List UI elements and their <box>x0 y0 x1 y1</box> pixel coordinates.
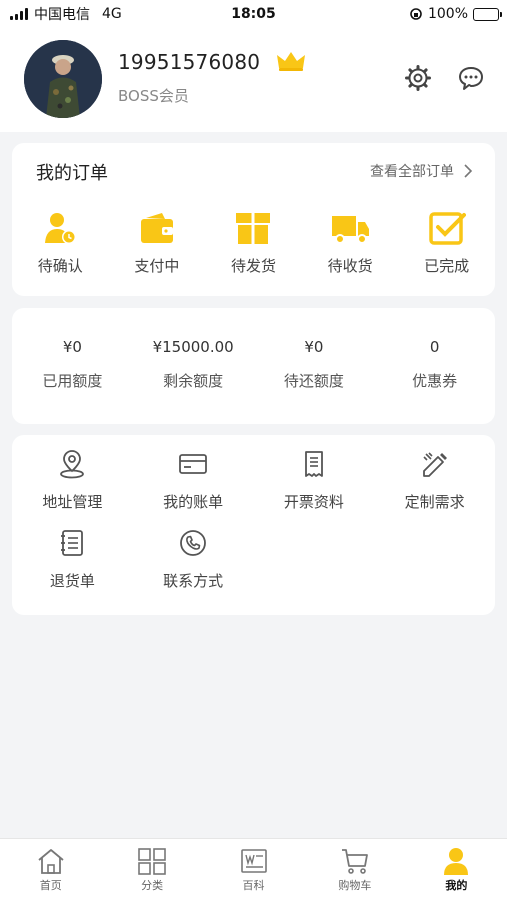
battery-percent: 100% <box>427 6 468 22</box>
status-bar: 中国电信 4G 18:05 100% <box>0 0 507 28</box>
order-status-row: 待确认 支付中 待发货 待收货 已完成 <box>12 211 495 276</box>
tab-label: 我的 <box>445 879 468 892</box>
home-icon <box>38 849 64 874</box>
order-status-completed[interactable]: 已完成 <box>398 211 495 276</box>
tools-grid: 地址管理 我的账单 开票资料 定制需求 退货单 联系方式 <box>12 449 495 591</box>
quota-remaining[interactable]: ¥15000.00 剩余额度 <box>133 308 254 424</box>
tab-category[interactable]: 分类 <box>101 839 202 900</box>
crown-icon <box>277 52 305 71</box>
gift-box-icon <box>236 213 271 244</box>
tab-cart[interactable]: 购物车 <box>304 839 405 900</box>
battery-icon <box>473 7 502 21</box>
tool-label: 地址管理 <box>42 493 103 511</box>
tools-card: 地址管理 我的账单 开票资料 定制需求 退货单 联系方式 <box>12 435 495 615</box>
quota-used[interactable]: ¥0 已用额度 <box>12 308 133 424</box>
view-all-orders-link[interactable]: 查看全部订单 <box>370 161 473 181</box>
quota-label: 已用额度 <box>42 372 103 390</box>
chat-bubble-icon[interactable] <box>457 64 485 92</box>
order-status-to-ship[interactable]: 待发货 <box>205 211 302 276</box>
tab-mine[interactable]: 我的 <box>406 839 507 900</box>
tool-label: 退货单 <box>49 572 95 590</box>
quota-to-repay[interactable]: ¥0 待还额度 <box>254 308 375 424</box>
quota-value: ¥0 <box>304 338 324 356</box>
tool-address-management[interactable]: 地址管理 <box>12 449 133 512</box>
tab-label: 首页 <box>39 879 62 892</box>
phone-icon <box>180 530 207 556</box>
credit-card-icon <box>179 454 208 474</box>
order-status-pending-confirm[interactable]: 待确认 <box>12 211 109 276</box>
tab-label: 分类 <box>141 879 164 892</box>
tool-my-bills[interactable]: 我的账单 <box>133 449 254 512</box>
truck-icon <box>332 216 370 244</box>
wallet-icon <box>140 213 173 243</box>
profile-header: 19951576080 BOSS会员 <box>0 28 507 132</box>
quota-value: ¥15000.00 <box>152 338 234 356</box>
notebook-icon <box>61 530 84 556</box>
orders-card: 我的订单 查看全部订单 待确认 支付中 待发货 待收货 已完成 <box>12 143 495 296</box>
user-icon <box>444 848 469 875</box>
quota-label: 优惠券 <box>412 372 458 390</box>
bottom-tab-bar: 首页 分类 百科 购物车 我的 <box>0 838 507 900</box>
location-pin-icon <box>60 450 85 479</box>
tool-label: 定制需求 <box>404 493 465 511</box>
avatar[interactable] <box>24 40 102 118</box>
user-clock-icon <box>45 213 77 244</box>
order-status-to-receive[interactable]: 待收货 <box>302 211 399 276</box>
tool-custom-requirements[interactable]: 定制需求 <box>374 449 495 512</box>
order-status-label: 支付中 <box>134 257 180 275</box>
order-status-label: 待发货 <box>230 257 276 275</box>
tool-contact-info[interactable]: 联系方式 <box>133 528 254 591</box>
tool-invoice-info[interactable]: 开票资料 <box>254 449 375 512</box>
orientation-lock-icon <box>410 8 422 20</box>
quota-coupons[interactable]: 0 优惠券 <box>374 308 495 424</box>
quota-card: ¥0 已用额度 ¥15000.00 剩余额度 ¥0 待还额度 0 优惠券 <box>12 308 495 424</box>
tool-return-orders[interactable]: 退货单 <box>12 528 133 591</box>
tab-encyclopedia[interactable]: 百科 <box>203 839 304 900</box>
order-status-label: 待收货 <box>327 257 373 275</box>
tab-label: 购物车 <box>338 879 372 892</box>
order-status-label: 待确认 <box>37 257 83 275</box>
quota-label: 待还额度 <box>283 372 344 390</box>
order-status-paying[interactable]: 支付中 <box>109 211 206 276</box>
orders-title: 我的订单 <box>36 163 108 184</box>
quota-label: 剩余额度 <box>163 372 224 390</box>
tool-label: 我的账单 <box>163 493 224 511</box>
quota-value: ¥0 <box>62 338 82 356</box>
grid-icon <box>138 848 166 875</box>
status-right: 100% <box>409 6 502 22</box>
member-level: BOSS会员 <box>118 87 189 105</box>
quota-value: 0 <box>429 338 440 356</box>
tab-home[interactable]: 首页 <box>0 839 101 900</box>
gear-icon[interactable] <box>404 64 432 92</box>
tool-label: 联系方式 <box>163 572 224 590</box>
pencil-ruler-icon <box>422 452 447 477</box>
view-all-orders-label: 查看全部订单 <box>370 164 454 180</box>
cart-icon <box>341 849 368 874</box>
check-square-icon <box>428 212 466 245</box>
encyclopedia-icon <box>240 849 267 873</box>
receipt-icon <box>304 451 323 477</box>
tab-label: 百科 <box>242 879 265 892</box>
user-phone: 19951576080 <box>118 50 261 74</box>
order-status-label: 已完成 <box>424 257 470 275</box>
chevron-right-icon <box>464 164 473 178</box>
tool-label: 开票资料 <box>283 493 344 511</box>
